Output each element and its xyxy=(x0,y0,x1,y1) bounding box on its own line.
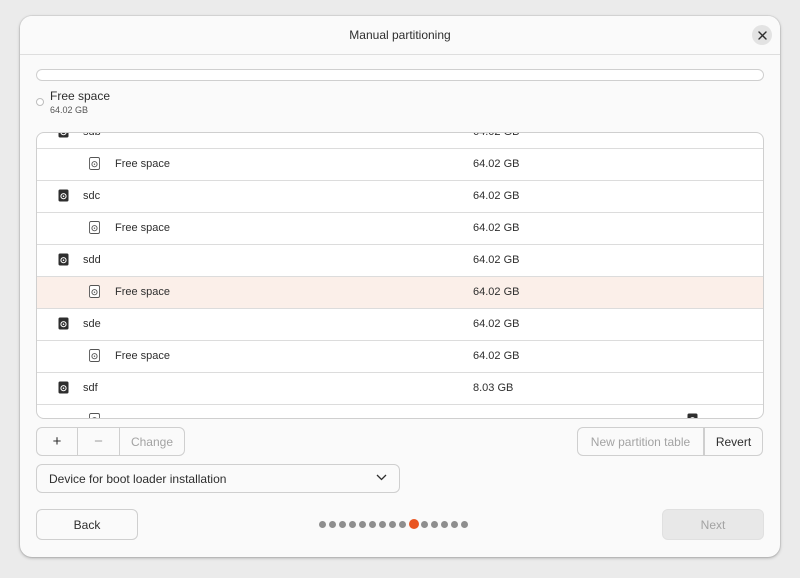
step-dot xyxy=(369,521,376,528)
step-indicator xyxy=(319,519,483,529)
step-dot xyxy=(421,521,428,528)
disk-row[interactable]: sdd 64.02 GB xyxy=(37,245,763,277)
add-partition-button[interactable]: + xyxy=(37,428,78,455)
row-size: 64.02 GB xyxy=(473,222,520,234)
bootloader-device-dropdown[interactable]: Device for boot loader installation xyxy=(36,464,400,493)
row-size: 64.02 GB xyxy=(473,318,520,330)
new-partition-table-button[interactable]: New partition table xyxy=(577,427,704,456)
legend-label: Free space xyxy=(50,89,111,103)
drive-harddisk-icon xyxy=(687,413,698,418)
step-dot xyxy=(359,521,366,528)
partition-row[interactable]: Free space 64.02 GB xyxy=(37,277,763,309)
partition-row-partial[interactable] xyxy=(37,405,763,418)
step-dot xyxy=(349,521,356,528)
row-size: 64.02 GB xyxy=(473,350,520,362)
partition-row[interactable]: Free space 64.02 GB xyxy=(37,149,763,181)
title-bar: Manual partitioning xyxy=(20,16,780,55)
partition-table[interactable]: sdb 64.02 GB Free space 64.02 GB sdc 64.02 GB… xyxy=(36,132,764,419)
row-name: sde xyxy=(83,318,101,330)
row-name: sdd xyxy=(83,254,101,266)
partition-icon xyxy=(89,157,100,170)
step-dot xyxy=(451,521,458,528)
bootloader-device-value: Device for boot loader installation xyxy=(49,472,227,486)
partition-table-rows: sdb 64.02 GB Free space 64.02 GB sdc 64.02 GB… xyxy=(37,132,763,418)
partition-actions: + − Change xyxy=(36,427,185,456)
step-dot xyxy=(339,521,346,528)
row-name: sdc xyxy=(83,190,101,202)
drive-harddisk-icon xyxy=(58,189,69,202)
disk-usage-bar xyxy=(36,69,764,81)
remove-partition-button[interactable]: − xyxy=(78,428,120,455)
disk-row[interactable]: sde 64.02 GB xyxy=(37,309,763,341)
close-button[interactable] xyxy=(752,25,772,45)
row-size: 64.02 GB xyxy=(473,254,520,266)
disk-row[interactable]: sdf 8.03 GB xyxy=(37,373,763,405)
step-dot xyxy=(329,521,336,528)
row-name: Free space xyxy=(115,286,171,298)
step-dot xyxy=(389,521,396,528)
partition-icon xyxy=(89,221,100,234)
disk-row[interactable]: sdb 64.02 GB xyxy=(37,132,763,149)
row-size: 64.02 GB xyxy=(473,190,520,202)
partition-icon xyxy=(89,413,100,418)
row-name: sdb xyxy=(83,132,101,138)
step-dot xyxy=(319,521,326,528)
row-name: Free space xyxy=(115,222,171,234)
step-dot xyxy=(461,521,468,528)
step-dot xyxy=(431,521,438,528)
drive-harddisk-icon xyxy=(58,253,69,266)
row-name: Free space xyxy=(115,158,171,170)
step-dot xyxy=(379,521,386,528)
change-partition-button[interactable]: Change xyxy=(120,428,184,455)
legend-size: 64.02 GB xyxy=(50,105,89,115)
step-dot-active xyxy=(409,519,419,529)
row-size: 64.02 GB xyxy=(473,286,520,298)
disk-row[interactable]: sdc 64.02 GB xyxy=(37,181,763,213)
row-size: 8.03 GB xyxy=(473,382,514,394)
row-name: Free space xyxy=(115,350,171,362)
row-size: 64.02 GB xyxy=(473,158,520,170)
installer-window: Manual partitioning Free space 64.02 GB … xyxy=(20,16,780,557)
next-button[interactable]: Next xyxy=(662,509,764,540)
row-name: sdf xyxy=(83,382,98,394)
free-space-swatch xyxy=(36,98,44,106)
drive-harddisk-icon xyxy=(58,133,69,138)
partition-row[interactable]: Free space 64.02 GB xyxy=(37,213,763,245)
back-button[interactable]: Back xyxy=(36,509,138,540)
row-size: 64.02 GB xyxy=(473,132,520,138)
drive-harddisk-icon xyxy=(58,317,69,330)
step-dot xyxy=(399,521,406,528)
partition-row[interactable]: Free space 64.02 GB xyxy=(37,341,763,373)
partition-icon xyxy=(89,349,100,362)
close-icon xyxy=(757,30,767,40)
drive-harddisk-icon xyxy=(58,381,69,394)
partition-icon xyxy=(89,285,100,298)
revert-button[interactable]: Revert xyxy=(704,427,763,456)
window-title: Manual partitioning xyxy=(349,28,451,42)
step-dot xyxy=(441,521,448,528)
chevron-down-icon xyxy=(376,474,387,481)
